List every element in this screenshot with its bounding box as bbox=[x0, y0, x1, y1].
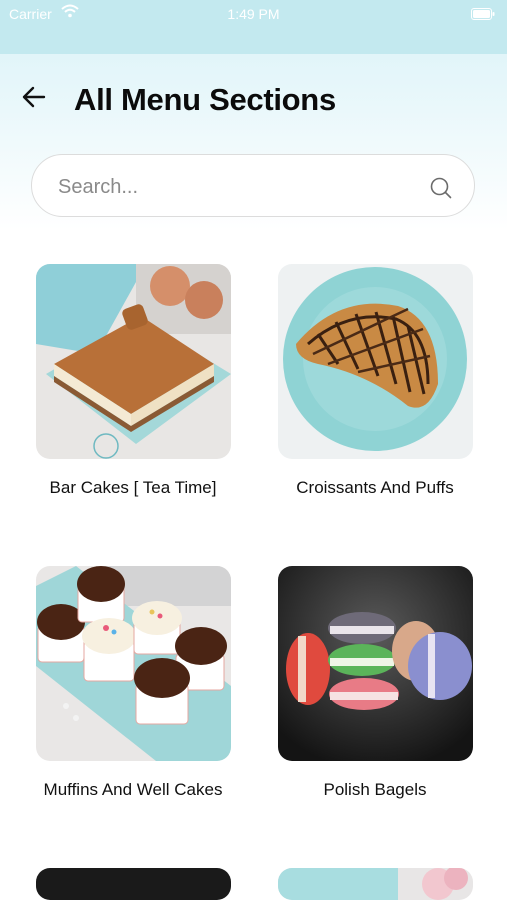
croissant-photo bbox=[278, 264, 473, 459]
back-arrow-icon bbox=[22, 86, 46, 108]
section-label: Muffins And Well Cakes bbox=[43, 780, 223, 799]
search-input[interactable] bbox=[56, 171, 410, 203]
search-bar[interactable] bbox=[31, 154, 475, 217]
clock-label: 1:49 PM bbox=[227, 6, 280, 22]
search-icon[interactable] bbox=[429, 176, 453, 200]
box-photo bbox=[278, 868, 473, 900]
macarons-photo bbox=[278, 566, 473, 761]
section-label: Bar Cakes [ Tea Time] bbox=[49, 478, 217, 497]
section-label: Croissants And Puffs bbox=[296, 478, 454, 497]
cupcakes-photo bbox=[36, 566, 231, 761]
battery-icon bbox=[471, 7, 495, 23]
section-label: Polish Bagels bbox=[323, 780, 427, 799]
page-title: All Menu Sections bbox=[74, 82, 336, 117]
back-button[interactable] bbox=[20, 84, 50, 110]
bar-cake-photo bbox=[36, 264, 231, 459]
status-bar: Carrier 1:49 PM bbox=[0, 0, 507, 54]
dark-photo bbox=[36, 868, 231, 900]
